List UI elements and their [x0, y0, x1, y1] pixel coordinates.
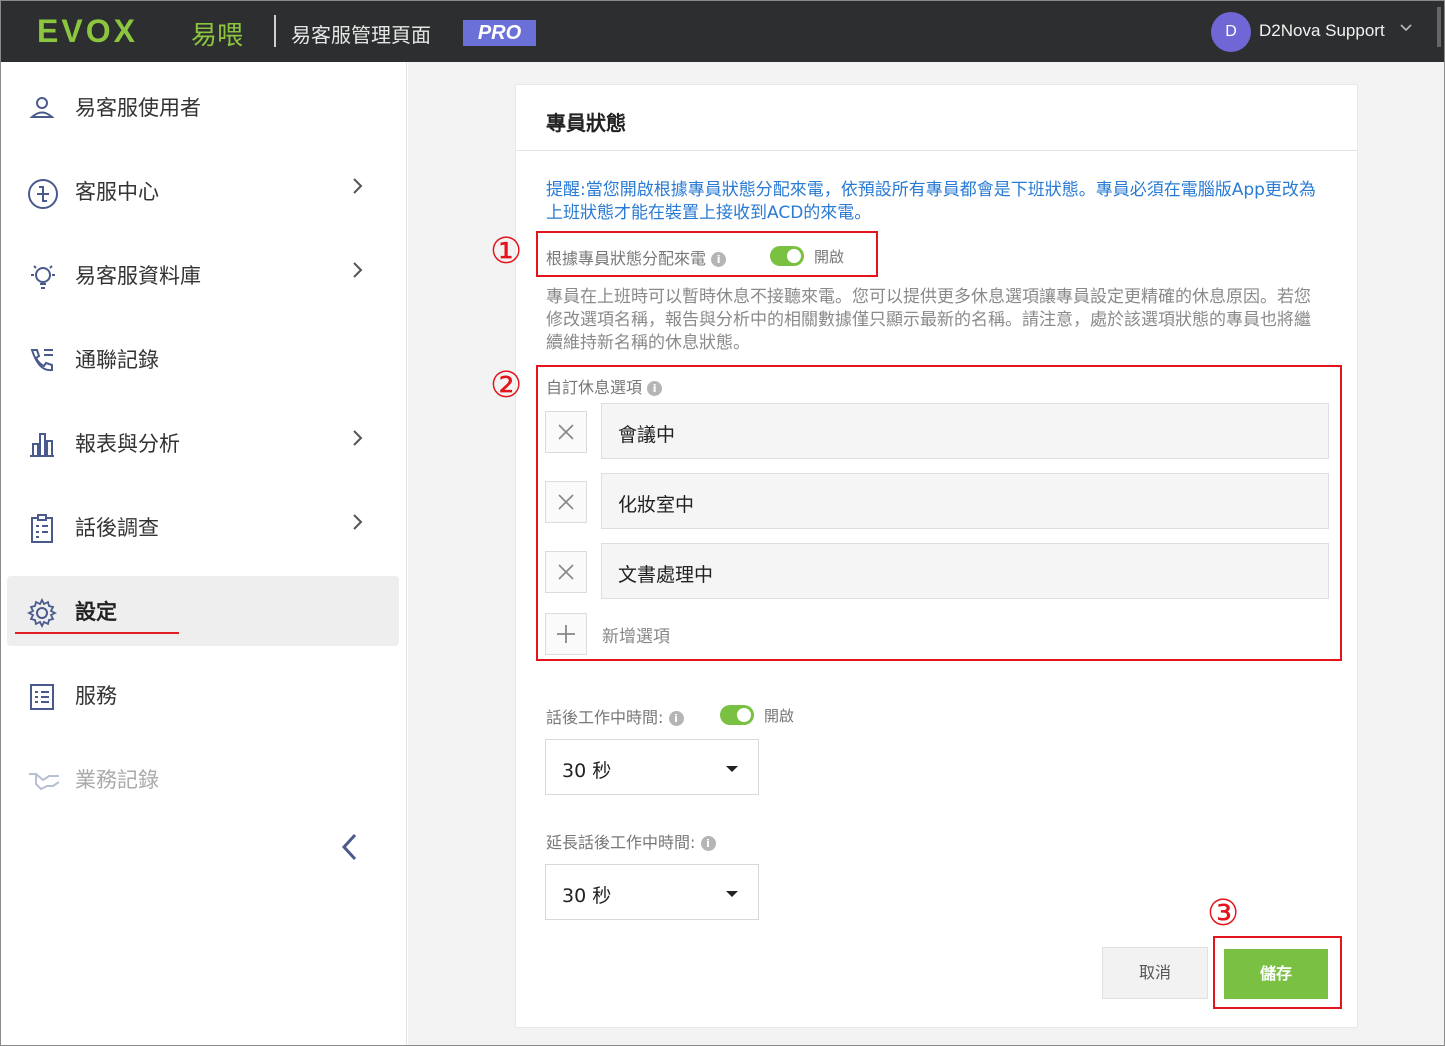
brand-logo-cn: 易喂: [191, 21, 244, 51]
chevron-right-icon: [352, 512, 364, 537]
clipboard-icon: [27, 514, 57, 543]
acw-toggle[interactable]: [720, 705, 754, 725]
info-icon[interactable]: i: [700, 836, 716, 851]
gear-icon: [26, 597, 58, 629]
bar-chart-icon: [27, 430, 57, 458]
sidebar-item-call-center[interactable]: 客服中心: [7, 156, 399, 226]
chevron-down-icon[interactable]: [1399, 21, 1413, 37]
sidebar-item-survey[interactable]: 話後調查: [7, 492, 399, 562]
cancel-button[interactable]: 取消: [1102, 947, 1208, 999]
sidebar-item-label: 話後調查: [75, 516, 159, 540]
sidebar-item-label: 客服中心: [75, 180, 159, 204]
info-icon[interactable]: i: [668, 711, 684, 726]
pro-badge: PRO: [463, 20, 536, 46]
card-header: 專員狀態: [516, 85, 1357, 151]
lightbulb-icon: [27, 262, 57, 290]
sidebar-item-label: 易客服使用者: [75, 96, 201, 120]
caret-down-icon: [726, 766, 738, 772]
top-bar: EVOX 易喂 易客服管理頁面 PRO D D2Nova Support: [1, 1, 1444, 62]
sidebar-item-reports[interactable]: 報表與分析: [7, 408, 399, 478]
sidebar-item-label: 易客服資料庫: [75, 264, 201, 288]
card-title: 專員狀態: [546, 111, 626, 135]
sidebar-item-knowledge-base[interactable]: 易客服資料庫: [7, 240, 399, 310]
extended-acw-value: 30 秒: [562, 885, 612, 907]
acw-time-value: 30 秒: [562, 760, 612, 782]
phone-log-icon: [27, 346, 57, 374]
sidebar-item-call-log[interactable]: 通聯記錄: [7, 324, 399, 394]
acw-time-select[interactable]: 30 秒: [545, 739, 759, 795]
extended-acw-label: 延長話後工作中時間: i: [546, 829, 716, 853]
sidebar-item-label: 通聯記錄: [75, 348, 159, 372]
chevron-right-icon: [352, 260, 364, 285]
sidebar-item-services[interactable]: 服務: [7, 660, 399, 730]
annotation-number-1: ①: [490, 231, 523, 272]
collapse-sidebar-icon[interactable]: [331, 827, 367, 867]
chevron-right-icon: [352, 428, 364, 453]
acw-time-label: 話後工作中時間: i: [546, 704, 684, 728]
sidebar-item-users[interactable]: 易客服使用者: [7, 72, 399, 142]
annotation-box-1: [536, 231, 878, 277]
sidebar-item-label: 業務記錄: [75, 768, 159, 792]
sidebar-item-label: 報表與分析: [75, 432, 180, 456]
user-menu[interactable]: D2Nova Support: [1259, 21, 1385, 41]
annotation-box-2: [536, 365, 1342, 661]
user-avatar[interactable]: D: [1211, 12, 1251, 52]
app-title: 易客服管理頁面: [291, 23, 431, 47]
header-divider: [274, 15, 276, 47]
annotation-number-2: ②: [490, 365, 523, 406]
sidebar-item-business-record[interactable]: 業務記錄: [7, 744, 399, 814]
list-icon: [27, 682, 57, 710]
handshake-icon: [27, 766, 60, 794]
annotation-number-3: ③: [1207, 893, 1240, 934]
user-icon: [27, 94, 57, 122]
extended-acw-text: 延長話後工作中時間:: [546, 833, 696, 852]
sidebar-item-settings[interactable]: 設定: [7, 576, 399, 646]
active-underline: [15, 632, 179, 634]
caret-down-icon: [726, 891, 738, 897]
notice-text: 提醒:當您開啟根據專員狀態分配來電，依預設所有專員都會是下班狀態。專員必須在電腦…: [546, 180, 1316, 223]
sidebar-item-label: 服務: [75, 684, 117, 708]
sidebar-item-label: 設定: [75, 600, 117, 624]
sidebar: 易客服使用者 客服中心 易客服資料庫 通聯記錄 報表與分析 話後調查 設定 服務…: [1, 62, 407, 1045]
brand-logo[interactable]: EVOX: [37, 13, 138, 50]
annotation-box-3: [1213, 936, 1342, 1009]
call-center-icon: [27, 178, 58, 209]
break-description: 專員在上班時可以暫時休息不接聽來電。您可以提供更多休息選項讓專員設定更精確的休息…: [546, 287, 1311, 353]
acw-time-text: 話後工作中時間:: [546, 708, 664, 727]
top-scrollbar[interactable]: [1437, 7, 1441, 47]
acw-state: 開啟: [764, 707, 795, 725]
extended-acw-select[interactable]: 30 秒: [545, 864, 759, 920]
chevron-right-icon: [352, 176, 364, 201]
